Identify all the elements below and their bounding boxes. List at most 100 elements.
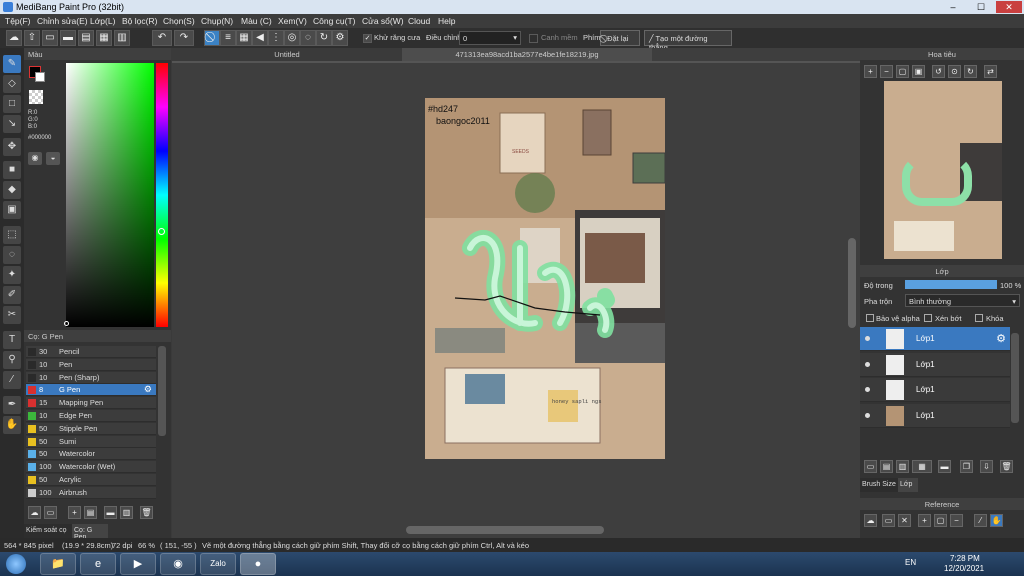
adjust-select[interactable]: 0 ▾ — [459, 31, 521, 45]
fit-icon[interactable]: ▢ — [896, 65, 909, 78]
brush-copy-icon[interactable]: ▤ — [84, 506, 97, 519]
gradient-tool-icon[interactable]: ▣ — [3, 201, 21, 219]
reference-open-icon[interactable]: ▭ — [882, 514, 895, 527]
maximize-button[interactable]: ☐ — [968, 1, 994, 13]
menu-window[interactable]: Cửa sổ(W) — [362, 16, 404, 26]
layer-tab[interactable]: Lớp — [898, 478, 918, 492]
menu-filter[interactable]: Bộ lọc(R) — [122, 16, 157, 26]
snap-parallel-icon[interactable]: ≡ — [220, 30, 236, 46]
protect-alpha-checkbox[interactable] — [866, 314, 874, 322]
layer-add-menu-icon[interactable]: ▦ — [912, 460, 932, 473]
blur-tool-icon[interactable]: ↘ — [3, 115, 21, 133]
select-rect-icon[interactable]: ⬚ — [3, 226, 21, 244]
visibility-eye-icon[interactable] — [865, 336, 870, 341]
undo-icon[interactable]: ↶ — [152, 30, 172, 46]
brush-download-icon[interactable]: ☁ — [28, 506, 41, 519]
minimize-button[interactable]: – — [940, 1, 966, 13]
layer-new-halftone-icon[interactable]: ▤ — [880, 460, 893, 473]
dot-tool-icon[interactable]: □ — [3, 95, 21, 113]
tab-untitled[interactable]: Untitled — [172, 48, 402, 61]
brush-item[interactable]: 10 Pen — [26, 358, 156, 371]
brush-item[interactable]: 10 Edge Pen — [26, 410, 156, 422]
background-swatch[interactable] — [35, 72, 45, 82]
zalo-icon[interactable]: Zalo — [200, 553, 236, 575]
color-picker-cursor[interactable] — [64, 321, 69, 326]
rotate-reset-icon[interactable]: ⊙ — [948, 65, 961, 78]
brush-size-tab[interactable]: Brush Size — [860, 478, 898, 492]
reference-hand-icon[interactable]: ✋ — [990, 514, 1003, 527]
brush-list-icon[interactable]: ▥ — [120, 506, 133, 519]
layer-new-8bit-icon[interactable]: ▥ — [896, 460, 909, 473]
snap-rotate-icon[interactable]: ↻ — [316, 30, 332, 46]
palette-icon[interactable]: ◉ — [28, 152, 42, 165]
brush-item[interactable]: 50 Sumi — [26, 435, 156, 448]
reference-eyedropper-icon[interactable]: ⁄ — [974, 514, 987, 527]
snap-off-icon[interactable]: ⃠ — [204, 30, 220, 46]
hue-handle[interactable] — [158, 228, 165, 235]
divide-tool-icon[interactable]: ⚲ — [3, 351, 21, 369]
eyedropper-icon[interactable]: ⁄ — [3, 371, 21, 389]
transparent-swatch[interactable] — [29, 90, 43, 104]
brush-item[interactable]: 50 Stipple Pen — [26, 422, 156, 435]
menu-help[interactable]: Help — [438, 16, 455, 26]
brush-item[interactable]: 10 Pen (Sharp) — [26, 371, 156, 384]
text-tool-icon[interactable]: T — [3, 331, 21, 349]
start-button[interactable] — [6, 554, 26, 574]
brush-tool-icon[interactable]: ✎ — [3, 55, 21, 73]
select-eraser-icon[interactable]: ✂ — [3, 306, 21, 324]
straight-line-button[interactable]: ╱ Tạo một đường thẳng — [644, 30, 732, 52]
brush-item[interactable]: 50 Watercolor — [26, 448, 156, 461]
artwork-canvas[interactable]: SEEDS honey sapli ngs #hd247 baongoc2011 — [425, 98, 665, 459]
tab-image-file[interactable]: 471313ea98acd1ba2577e4be1fe18219.jpg — [402, 48, 652, 61]
comment-icon[interactable]: ▬ — [60, 30, 76, 46]
layer-duplicate-icon[interactable]: ❐ — [960, 460, 973, 473]
layer-folder-icon[interactable]: ▬ — [938, 460, 951, 473]
snap-radial-icon[interactable]: ◀ — [252, 30, 268, 46]
brush-delete-icon[interactable]: 🗑 — [140, 506, 153, 519]
snap-parallel2-icon[interactable]: ⋮ — [268, 30, 284, 46]
upload-icon[interactable]: ⇧ — [24, 30, 40, 46]
panel-icon[interactable]: ▥ — [114, 30, 130, 46]
brush-item[interactable]: 100 Airbrush — [26, 486, 156, 499]
clock-time[interactable]: 7:28 PM — [950, 554, 980, 563]
brush-item[interactable]: 30 Pencil — [26, 346, 156, 358]
hue-slider[interactable] — [156, 63, 168, 327]
layer-row[interactable]: Lớp1 ⚙ — [860, 327, 1010, 351]
pen-tool-icon[interactable]: ✒ — [3, 396, 21, 414]
rotate-left-icon[interactable]: ↺ — [932, 65, 945, 78]
media-player-icon[interactable]: ▶ — [120, 553, 156, 575]
snap-curve-icon[interactable]: ◌ — [300, 30, 316, 46]
snap-soft-checkbox[interactable] — [529, 34, 538, 43]
flip-icon[interactable]: ⇄ — [984, 65, 997, 78]
menu-edit[interactable]: Chỉnh sửa(E) — [37, 16, 88, 26]
lock-checkbox[interactable] — [975, 314, 983, 322]
snap-grid-icon[interactable]: ▦ — [236, 30, 252, 46]
explorer-icon[interactable]: 📁 — [40, 553, 76, 575]
magic-wand-icon[interactable]: ✦ — [3, 266, 21, 284]
menu-capture[interactable]: Chụp(N) — [201, 16, 233, 26]
fill-tool-icon[interactable]: ◆ — [3, 181, 21, 199]
move-tool-icon[interactable]: ✥ — [3, 138, 21, 156]
layer-row[interactable]: Lớp1 — [860, 378, 1010, 402]
grid-icon[interactable]: ▦ — [96, 30, 112, 46]
menu-view[interactable]: Xem(V) — [278, 16, 307, 26]
brush-list-scrollbar[interactable] — [158, 346, 166, 436]
layer-merge-icon[interactable]: ⇩ — [980, 460, 993, 473]
zoom-in-icon[interactable]: + — [864, 65, 877, 78]
reset-button[interactable]: ⃠ Đặt lại — [600, 30, 640, 46]
brush-new-icon[interactable]: ▭ — [44, 506, 57, 519]
rotate-right-icon[interactable]: ↻ — [964, 65, 977, 78]
reference-zoom-out-icon[interactable]: − — [950, 514, 963, 527]
layer-settings-icon[interactable]: ⚙ — [996, 332, 1006, 345]
color-history-icon[interactable]: ◒ — [46, 152, 60, 165]
new-file-icon[interactable]: ▭ — [42, 30, 58, 46]
visibility-eye-icon[interactable] — [865, 387, 870, 392]
blend-select[interactable]: Bình thường ▾ — [905, 294, 1020, 307]
canvas-v-scrollbar[interactable] — [848, 238, 856, 328]
brush-item[interactable]: 50 Acrylic — [26, 474, 156, 486]
eraser-tool-icon[interactable]: ◇ — [3, 75, 21, 93]
hand-tool-icon[interactable]: ✋ — [3, 416, 21, 434]
redo-icon[interactable]: ↷ — [174, 30, 194, 46]
chrome-icon[interactable]: ● — [240, 553, 276, 575]
reference-download-icon[interactable]: ☁ — [864, 514, 877, 527]
